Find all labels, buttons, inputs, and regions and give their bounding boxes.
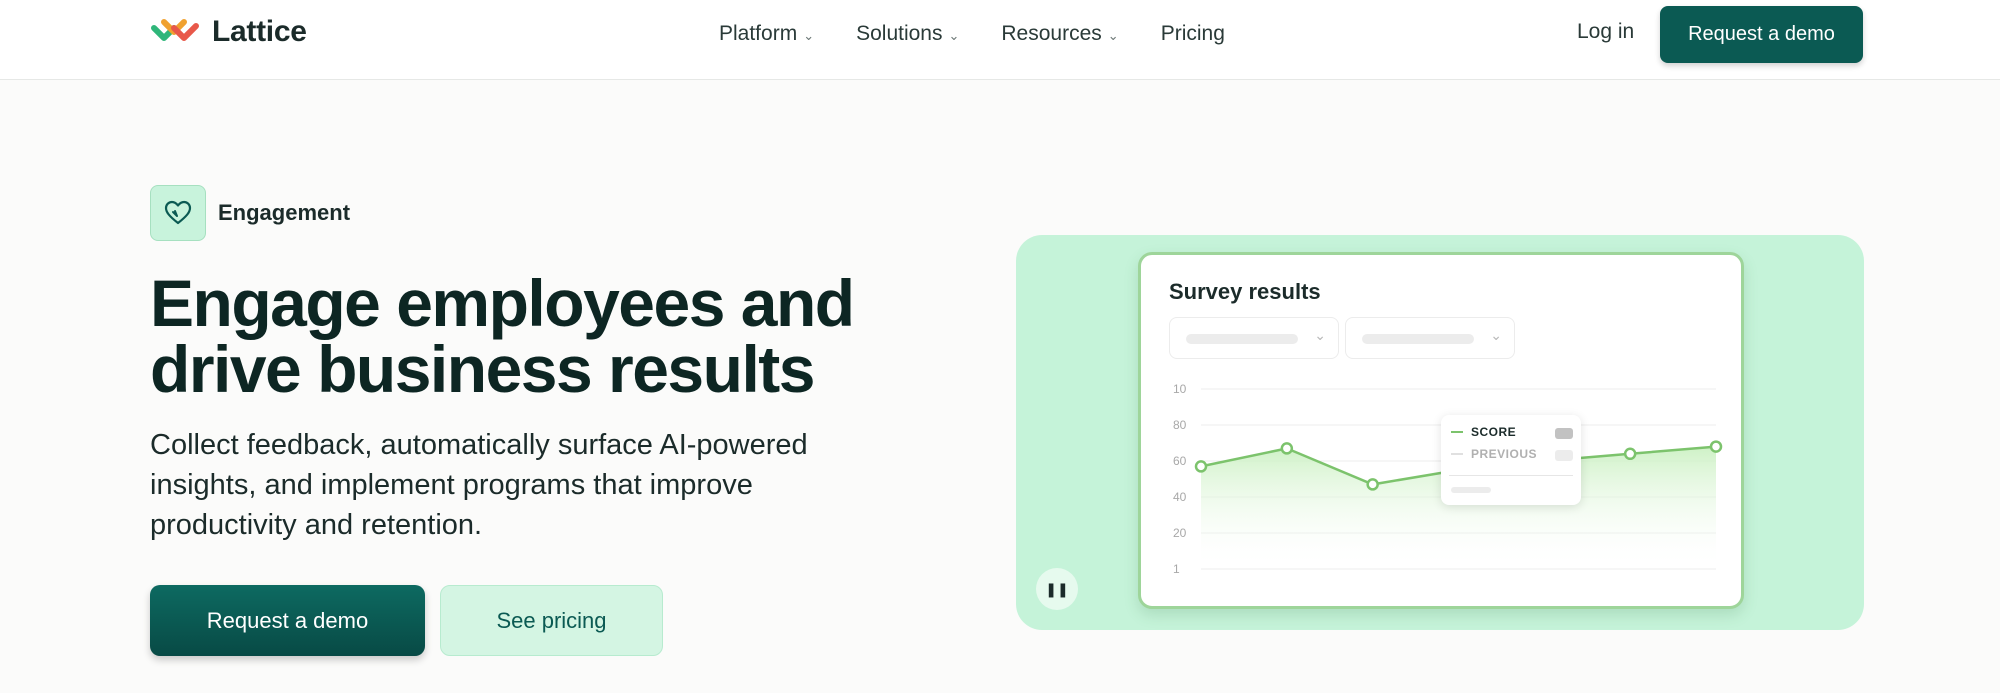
hero-title: Engage employees and drive business resu… bbox=[150, 266, 855, 406]
legend-line-swatch bbox=[1451, 431, 1463, 433]
nav-item-platform[interactable]: Platform ⌄ bbox=[719, 22, 814, 46]
badge-label: Engagement bbox=[218, 200, 351, 225]
legend-footer-bar bbox=[1451, 487, 1491, 493]
score-data-point[interactable] bbox=[1366, 478, 1379, 491]
legend-value-chip bbox=[1555, 450, 1573, 461]
y-tick-label: 10 bbox=[1173, 382, 1187, 396]
y-tick-label: 1 bbox=[1173, 562, 1180, 576]
nav-item-resources[interactable]: Resources ⌄ bbox=[1001, 22, 1118, 46]
legend-divider bbox=[1449, 475, 1573, 476]
legend-value-chip bbox=[1555, 428, 1573, 439]
nav-request-demo-button[interactable]: Request a demo bbox=[1660, 6, 1863, 63]
hero-subtitle: Collect feedback, automatically surface … bbox=[150, 429, 808, 541]
nav-links: Platform ⌄ Solutions ⌄ Resources ⌄ Prici… bbox=[719, 0, 1267, 68]
legend-item-previous: PREVIOUS bbox=[1451, 447, 1537, 461]
nav-item-label: Platform bbox=[719, 22, 798, 45]
survey-results-card: Survey results ⌄ ⌄ 10 80 60 40 20 1 SCORE PRE… bbox=[1138, 252, 1744, 609]
y-tick-label: 60 bbox=[1173, 454, 1187, 468]
nav-item-solutions[interactable]: Solutions ⌄ bbox=[856, 22, 959, 46]
nav-item-label: Solutions bbox=[856, 22, 943, 45]
nav-item-pricing[interactable]: Pricing bbox=[1161, 22, 1225, 46]
score-data-point[interactable] bbox=[1623, 447, 1637, 461]
legend-label: SCORE bbox=[1471, 425, 1517, 439]
heart-icon bbox=[164, 200, 192, 225]
brand-logo[interactable]: Lattice bbox=[150, 14, 307, 50]
nav-item-label: Resources bbox=[1001, 22, 1102, 45]
score-data-point[interactable] bbox=[1709, 440, 1723, 453]
y-tick-label: 80 bbox=[1173, 418, 1187, 432]
product-badge: Engagement bbox=[150, 185, 350, 241]
score-data-point[interactable] bbox=[1194, 460, 1208, 473]
y-tick-label: 40 bbox=[1173, 490, 1187, 504]
login-link[interactable]: Log in bbox=[1577, 20, 1634, 44]
chart-legend: SCORE PREVIOUS bbox=[1441, 415, 1581, 505]
request-demo-button[interactable]: Request a demo bbox=[150, 585, 425, 656]
legend-label: PREVIOUS bbox=[1471, 447, 1538, 461]
top-navigation: Lattice Platform ⌄ Solutions ⌄ Resources… bbox=[0, 0, 2000, 80]
chevron-down-icon: ⌄ bbox=[948, 27, 960, 43]
pause-icon[interactable]: ❚❚ bbox=[1036, 568, 1078, 610]
chevron-down-icon: ⌄ bbox=[1107, 27, 1119, 43]
nav-item-label: Pricing bbox=[1160, 22, 1225, 45]
see-pricing-button[interactable]: See pricing bbox=[440, 585, 663, 656]
legend-item-score: SCORE bbox=[1451, 425, 1516, 439]
lattice-logo-icon bbox=[151, 19, 199, 41]
chevron-down-icon: ⌄ bbox=[803, 27, 815, 43]
y-tick-label: 20 bbox=[1173, 526, 1187, 540]
brand-name: Lattice bbox=[212, 15, 307, 48]
legend-line-swatch bbox=[1451, 453, 1463, 455]
badge-icon-box bbox=[150, 185, 206, 241]
score-data-point[interactable] bbox=[1280, 442, 1294, 455]
